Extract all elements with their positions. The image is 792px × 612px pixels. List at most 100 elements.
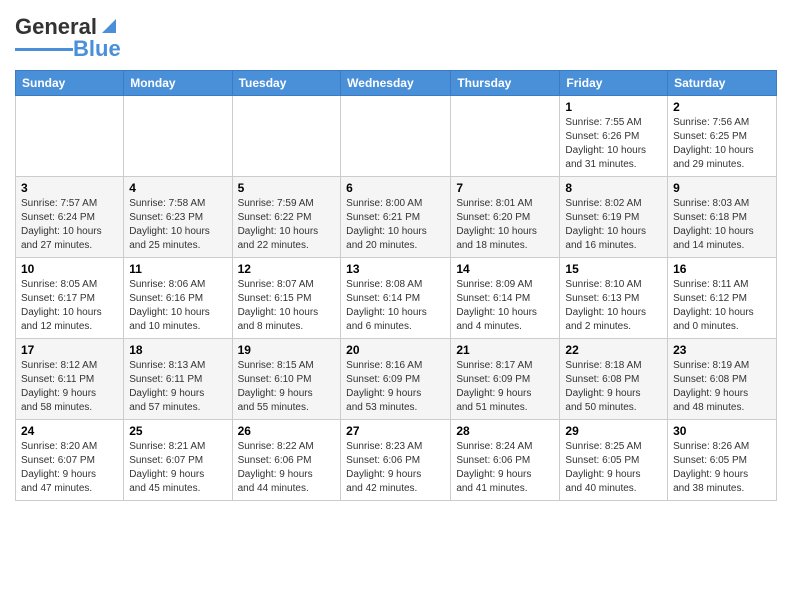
day-cell: 22 Sunrise: 8:18 AM Sunset: 6:08 PM Dayli… — [560, 339, 668, 420]
day-info: Sunrise: 8:12 AM Sunset: 6:11 PM Dayligh… — [21, 359, 118, 415]
day-number: 19 — [238, 343, 336, 357]
day-cell: 5 Sunrise: 7:59 AM Sunset: 6:22 PM Daylig… — [232, 177, 341, 258]
logo-blue: Blue — [73, 36, 121, 62]
day-number: 6 — [346, 181, 445, 195]
day-info: Sunrise: 8:03 AM Sunset: 6:18 PM Dayligh… — [673, 197, 771, 253]
day-number: 9 — [673, 181, 771, 195]
day-number: 27 — [346, 424, 445, 438]
day-number: 13 — [346, 262, 445, 276]
day-info: Sunrise: 8:18 AM Sunset: 6:08 PM Dayligh… — [565, 359, 662, 415]
day-cell: 20 Sunrise: 8:16 AM Sunset: 6:09 PM Dayli… — [341, 339, 451, 420]
day-info: Sunrise: 8:00 AM Sunset: 6:21 PM Dayligh… — [346, 197, 445, 253]
day-info: Sunrise: 7:55 AM Sunset: 6:26 PM Dayligh… — [565, 116, 662, 172]
weekday-header-thursday: Thursday — [451, 71, 560, 96]
day-number: 25 — [129, 424, 226, 438]
day-number: 10 — [21, 262, 118, 276]
day-cell: 8 Sunrise: 8:02 AM Sunset: 6:19 PM Daylig… — [560, 177, 668, 258]
day-cell — [451, 96, 560, 177]
day-cell: 25 Sunrise: 8:21 AM Sunset: 6:07 PM Dayli… — [124, 420, 232, 501]
day-info: Sunrise: 8:15 AM Sunset: 6:10 PM Dayligh… — [238, 359, 336, 415]
day-cell: 16 Sunrise: 8:11 AM Sunset: 6:12 PM Dayli… — [668, 258, 777, 339]
day-cell: 14Sunrise: 8:09 AM Sunset: 6:14 PM Dayli… — [451, 258, 560, 339]
day-cell: 30Sunrise: 8:26 AM Sunset: 6:05 PM Dayli… — [668, 420, 777, 501]
weekday-header-saturday: Saturday — [668, 71, 777, 96]
logo: General Blue — [15, 14, 121, 62]
day-number: 7 — [456, 181, 554, 195]
day-number: 17 — [21, 343, 118, 357]
day-cell: 12Sunrise: 8:07 AM Sunset: 6:15 PM Dayli… — [232, 258, 341, 339]
day-cell — [16, 96, 124, 177]
day-number: 3 — [21, 181, 118, 195]
day-number: 20 — [346, 343, 445, 357]
day-info: Sunrise: 8:24 AM Sunset: 6:06 PM Dayligh… — [456, 440, 554, 496]
day-number: 12 — [238, 262, 336, 276]
week-row-4: 17 Sunrise: 8:12 AM Sunset: 6:11 PM Dayli… — [16, 339, 777, 420]
logo-underline — [15, 48, 73, 51]
weekday-header-sunday: Sunday — [16, 71, 124, 96]
day-number: 11 — [129, 262, 226, 276]
day-cell: 18Sunrise: 8:13 AM Sunset: 6:11 PM Dayli… — [124, 339, 232, 420]
day-info: Sunrise: 8:10 AM Sunset: 6:13 PM Dayligh… — [565, 278, 662, 334]
day-number: 22 — [565, 343, 662, 357]
day-cell — [232, 96, 341, 177]
day-cell: 15 Sunrise: 8:10 AM Sunset: 6:13 PM Dayli… — [560, 258, 668, 339]
day-cell: 24 Sunrise: 8:20 AM Sunset: 6:07 PM Dayli… — [16, 420, 124, 501]
day-info: Sunrise: 8:21 AM Sunset: 6:07 PM Dayligh… — [129, 440, 226, 496]
day-info: Sunrise: 8:26 AM Sunset: 6:05 PM Dayligh… — [673, 440, 771, 496]
day-cell — [124, 96, 232, 177]
weekday-header-row: SundayMondayTuesdayWednesdayThursdayFrid… — [16, 71, 777, 96]
weekday-header-tuesday: Tuesday — [232, 71, 341, 96]
day-info: Sunrise: 7:59 AM Sunset: 6:22 PM Dayligh… — [238, 197, 336, 253]
day-info: Sunrise: 8:02 AM Sunset: 6:19 PM Dayligh… — [565, 197, 662, 253]
day-info: Sunrise: 8:05 AM Sunset: 6:17 PM Dayligh… — [21, 278, 118, 334]
day-info: Sunrise: 8:01 AM Sunset: 6:20 PM Dayligh… — [456, 197, 554, 253]
day-cell: 17 Sunrise: 8:12 AM Sunset: 6:11 PM Dayli… — [16, 339, 124, 420]
day-number: 1 — [565, 100, 662, 114]
day-cell — [341, 96, 451, 177]
day-number: 18 — [129, 343, 226, 357]
day-info: Sunrise: 8:25 AM Sunset: 6:05 PM Dayligh… — [565, 440, 662, 496]
day-cell: 27 Sunrise: 8:23 AM Sunset: 6:06 PM Dayli… — [341, 420, 451, 501]
day-number: 26 — [238, 424, 336, 438]
day-info: Sunrise: 8:23 AM Sunset: 6:06 PM Dayligh… — [346, 440, 445, 496]
day-cell: 29 Sunrise: 8:25 AM Sunset: 6:05 PM Dayli… — [560, 420, 668, 501]
day-info: Sunrise: 7:56 AM Sunset: 6:25 PM Dayligh… — [673, 116, 771, 172]
day-info: Sunrise: 8:19 AM Sunset: 6:08 PM Dayligh… — [673, 359, 771, 415]
day-info: Sunrise: 7:58 AM Sunset: 6:23 PM Dayligh… — [129, 197, 226, 253]
week-row-5: 24 Sunrise: 8:20 AM Sunset: 6:07 PM Dayli… — [16, 420, 777, 501]
day-cell: 7 Sunrise: 8:01 AM Sunset: 6:20 PM Daylig… — [451, 177, 560, 258]
day-number: 4 — [129, 181, 226, 195]
day-number: 24 — [21, 424, 118, 438]
day-number: 28 — [456, 424, 554, 438]
week-row-1: 1 Sunrise: 7:55 AM Sunset: 6:26 PM Daylig… — [16, 96, 777, 177]
day-info: Sunrise: 8:16 AM Sunset: 6:09 PM Dayligh… — [346, 359, 445, 415]
day-cell: 23 Sunrise: 8:19 AM Sunset: 6:08 PM Dayli… — [668, 339, 777, 420]
weekday-header-friday: Friday — [560, 71, 668, 96]
day-cell: 6 Sunrise: 8:00 AM Sunset: 6:21 PM Daylig… — [341, 177, 451, 258]
page: General Blue SundayMondayTuesdayWednesda… — [0, 0, 792, 612]
calendar-table: SundayMondayTuesdayWednesdayThursdayFrid… — [15, 70, 777, 501]
day-info: Sunrise: 8:08 AM Sunset: 6:14 PM Dayligh… — [346, 278, 445, 334]
day-cell: 1 Sunrise: 7:55 AM Sunset: 6:26 PM Daylig… — [560, 96, 668, 177]
day-cell: 9 Sunrise: 8:03 AM Sunset: 6:18 PM Daylig… — [668, 177, 777, 258]
day-info: Sunrise: 8:09 AM Sunset: 6:14 PM Dayligh… — [456, 278, 554, 334]
day-number: 21 — [456, 343, 554, 357]
day-number: 8 — [565, 181, 662, 195]
day-info: Sunrise: 8:06 AM Sunset: 6:16 PM Dayligh… — [129, 278, 226, 334]
day-number: 15 — [565, 262, 662, 276]
day-info: Sunrise: 8:11 AM Sunset: 6:12 PM Dayligh… — [673, 278, 771, 334]
day-number: 16 — [673, 262, 771, 276]
day-number: 29 — [565, 424, 662, 438]
week-row-2: 3Sunrise: 7:57 AM Sunset: 6:24 PM Daylig… — [16, 177, 777, 258]
day-cell: 21 Sunrise: 8:17 AM Sunset: 6:09 PM Dayli… — [451, 339, 560, 420]
day-cell: 11 Sunrise: 8:06 AM Sunset: 6:16 PM Dayli… — [124, 258, 232, 339]
day-number: 23 — [673, 343, 771, 357]
day-info: Sunrise: 8:22 AM Sunset: 6:06 PM Dayligh… — [238, 440, 336, 496]
day-cell: 26 Sunrise: 8:22 AM Sunset: 6:06 PM Dayli… — [232, 420, 341, 501]
day-cell: 10 Sunrise: 8:05 AM Sunset: 6:17 PM Dayli… — [16, 258, 124, 339]
day-info: Sunrise: 8:17 AM Sunset: 6:09 PM Dayligh… — [456, 359, 554, 415]
day-info: Sunrise: 8:20 AM Sunset: 6:07 PM Dayligh… — [21, 440, 118, 496]
day-number: 5 — [238, 181, 336, 195]
header: General Blue — [15, 10, 777, 62]
logo-triangle-icon — [98, 15, 120, 37]
